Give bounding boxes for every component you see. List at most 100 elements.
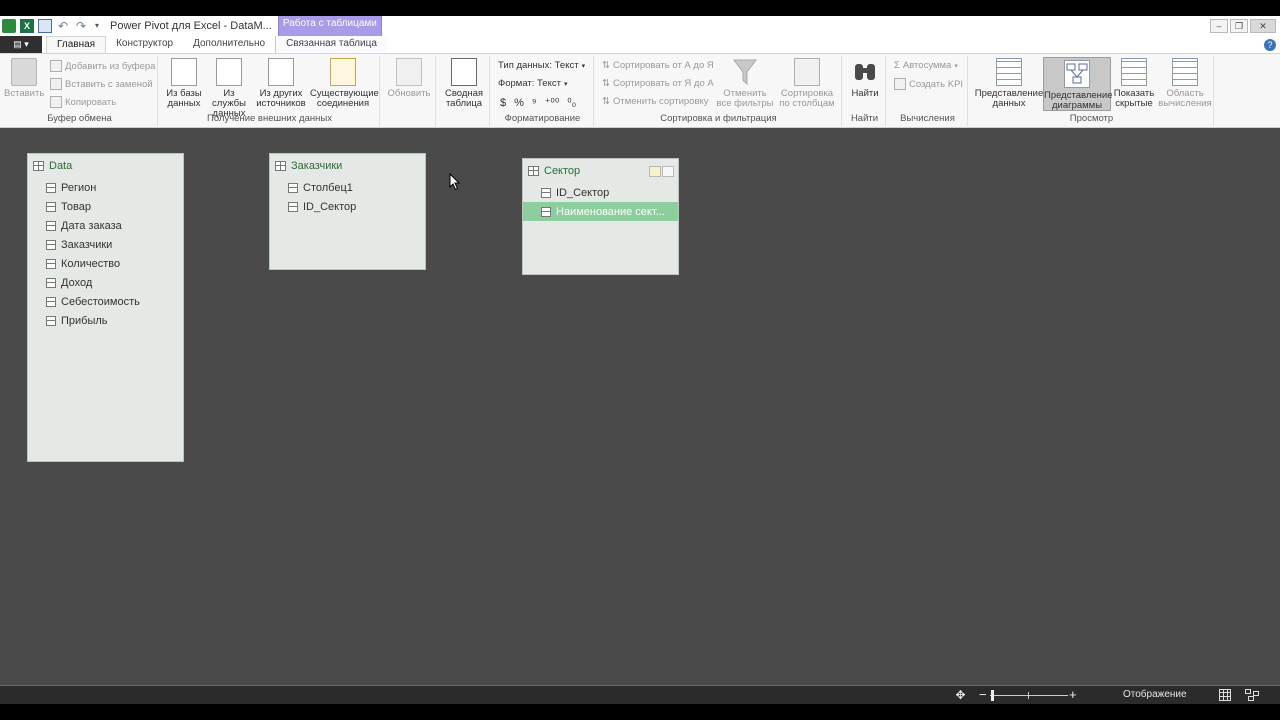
customize-qat-icon[interactable]: ▾	[92, 19, 102, 33]
table-customers[interactable]: Заказчики Столбец1 ID_Сектор	[269, 153, 426, 270]
paste-button[interactable]: Вставить	[4, 58, 44, 99]
redo-icon[interactable]: ↷	[74, 19, 88, 33]
table-header[interactable]: Data	[28, 154, 183, 178]
tab-home[interactable]: Главная	[46, 36, 107, 53]
column-item[interactable]: Заказчики	[28, 235, 183, 254]
table-data[interactable]: Data Регион Товар Дата заказа Заказчики …	[27, 153, 184, 462]
table-header[interactable]: Сектор	[523, 159, 678, 183]
create-kpi-button[interactable]: Создать KPI	[894, 78, 963, 90]
add-from-clipboard-button[interactable]: Добавить из буфера	[50, 60, 155, 72]
percent-button[interactable]: %	[514, 97, 524, 109]
diagram-view-status-icon[interactable]	[1245, 689, 1259, 701]
help-icon[interactable]: ?	[1264, 38, 1276, 51]
column-item[interactable]: Себестоимость	[28, 292, 183, 311]
paste-replace-icon	[50, 78, 62, 90]
zoom-slider-thumb[interactable]	[991, 690, 994, 701]
column-item[interactable]: Прибыль	[28, 311, 183, 330]
restore-button[interactable]: ❐	[1230, 19, 1248, 33]
column-icon	[541, 187, 551, 198]
sort-az-button[interactable]: ⇅ Сортировать от А до Я	[602, 60, 714, 71]
pivot-table-button[interactable]: Сводная таблица	[440, 58, 488, 109]
group-refresh: Обновить	[382, 56, 436, 126]
data-view-icon	[996, 58, 1022, 86]
copy-button[interactable]: Копировать	[50, 96, 116, 108]
column-icon	[46, 258, 56, 269]
group-clipboard: Вставить Добавить из буфера Вставить с з…	[2, 56, 158, 126]
tab-design[interactable]: Конструктор	[106, 36, 183, 53]
column-icon	[46, 201, 56, 212]
table-header[interactable]: Заказчики	[270, 154, 425, 178]
column-item[interactable]: Столбец1	[270, 178, 425, 197]
diagram-view-button[interactable]: Представление диаграммы	[1043, 57, 1113, 111]
format-dropdown[interactable]: Формат: Текст ▾	[498, 78, 567, 89]
grid-view-icon[interactable]	[1219, 689, 1231, 701]
from-database-button[interactable]: Из базы данных	[164, 58, 204, 109]
group-label-formatting: Форматирование	[504, 113, 581, 124]
close-button[interactable]: ✕	[1250, 19, 1276, 33]
mouse-cursor-icon	[449, 173, 461, 191]
refresh-icon	[396, 58, 422, 86]
decrease-decimal-button[interactable]: ⁰₀	[567, 96, 576, 109]
data-view-button[interactable]: Представление данных	[974, 58, 1044, 109]
column-item[interactable]: ID_Сектор	[523, 183, 678, 202]
tab-advanced[interactable]: Дополнительно	[183, 36, 275, 53]
group-find: Найти Найти	[844, 56, 886, 126]
column-icon	[541, 206, 551, 217]
group-label-clipboard: Буфер обмена	[47, 113, 112, 124]
diagram-canvas[interactable]: Data Регион Товар Дата заказа Заказчики …	[0, 128, 1280, 685]
column-icon	[46, 277, 56, 288]
copy-icon	[50, 96, 62, 108]
sort-za-button[interactable]: ⇅ Сортировать от Я до А	[602, 78, 714, 89]
file-menu-button[interactable]: ▤ ▾	[0, 36, 42, 53]
excel-icon[interactable]: X	[20, 19, 34, 33]
column-item[interactable]: Доход	[28, 273, 183, 292]
table-sector[interactable]: Сектор ID_Сектор Наименование сект...	[522, 158, 679, 275]
increase-decimal-button[interactable]: ⁺⁰⁰	[545, 96, 560, 109]
currency-button[interactable]: $	[500, 97, 506, 109]
clear-all-filters-button[interactable]: Отменить все фильтры	[716, 58, 774, 109]
from-other-sources-button[interactable]: Из других источников	[256, 58, 306, 109]
column-icon	[46, 220, 56, 231]
find-button[interactable]: Найти	[846, 58, 884, 99]
column-item[interactable]: Количество	[28, 254, 183, 273]
maximize-table-icon[interactable]	[662, 165, 674, 177]
from-data-service-button[interactable]: Из службы данных	[206, 58, 252, 119]
autosum-button[interactable]: Σ Автосумма ▾	[894, 60, 958, 71]
group-label-external-data: Получение внешних данных	[207, 113, 332, 124]
title-bar: X ↶ ↷ ▾ Power Pivot для Excel - DataM...…	[0, 16, 1280, 36]
column-item[interactable]: Регион	[28, 178, 183, 197]
data-type-dropdown[interactable]: Тип данных: Текст ▾	[498, 60, 585, 71]
comma-style-button[interactable]: ⁹	[532, 97, 537, 109]
paste-replace-button[interactable]: Вставить с заменой	[50, 78, 153, 90]
power-pivot-icon	[2, 19, 16, 33]
show-hidden-button[interactable]: Показать скрытые	[1112, 58, 1156, 109]
save-icon[interactable]	[38, 19, 52, 33]
tab-linked-table[interactable]: Связанная таблица	[275, 36, 387, 53]
zoom-out-button[interactable]: −	[979, 688, 987, 702]
column-icon	[46, 182, 56, 193]
zoom-slider-track[interactable]	[990, 695, 1068, 696]
chevron-down-icon: ▾	[563, 80, 568, 88]
column-item[interactable]: Товар	[28, 197, 183, 216]
other-sources-icon	[268, 58, 294, 86]
group-pivot: Сводная таблица	[438, 56, 490, 126]
ribbon: Вставить Добавить из буфера Вставить с з…	[0, 54, 1280, 128]
undo-icon[interactable]: ↶	[56, 19, 70, 33]
column-item-selected[interactable]: Наименование сект...	[523, 202, 678, 221]
table-icon	[33, 161, 44, 171]
binoculars-icon	[852, 58, 878, 86]
column-item[interactable]: Дата заказа	[28, 216, 183, 235]
fit-to-screen-icon[interactable]: ✥	[954, 689, 967, 702]
calculation-area-button[interactable]: Область вычисления	[1158, 58, 1212, 109]
sort-by-column-button[interactable]: Сортировка по столбцам	[776, 58, 838, 109]
existing-connections-button[interactable]: Существующие соединения	[310, 58, 379, 109]
clear-sort-button[interactable]: ⇅ Отменить сортировку	[602, 96, 709, 107]
group-label-calculations: Вычисления	[900, 113, 955, 124]
zoom-in-button[interactable]: +	[1069, 688, 1077, 702]
restore-table-icon[interactable]	[649, 165, 661, 177]
display-label: Отображение	[1123, 689, 1187, 700]
column-icon	[46, 239, 56, 250]
column-item[interactable]: ID_Сектор	[270, 197, 425, 216]
minimize-button[interactable]: –	[1210, 19, 1228, 33]
refresh-button[interactable]: Обновить	[386, 58, 432, 99]
